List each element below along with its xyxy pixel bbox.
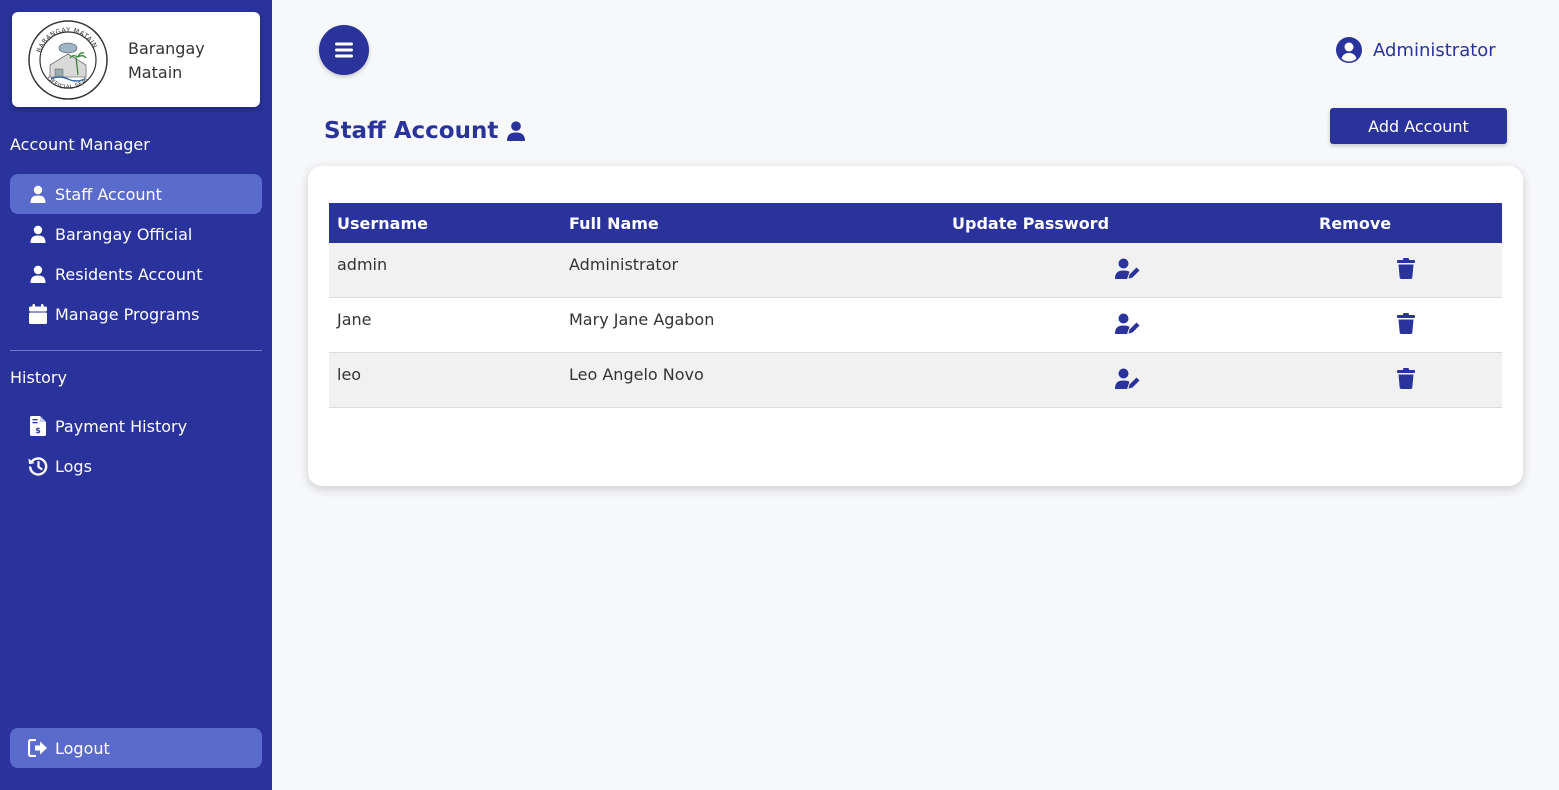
sidebar: BARANGAY MATAIN OFFICIAL SEAL Barangay M… — [0, 0, 272, 790]
brand-card: BARANGAY MATAIN OFFICIAL SEAL Barangay M… — [12, 12, 260, 107]
sidebar-item-label: Manage Programs — [55, 304, 200, 324]
sidebar-item-logs[interactable]: Logs — [10, 446, 262, 486]
user-icon — [28, 184, 48, 204]
calendar-icon — [28, 304, 48, 324]
user-icon — [28, 224, 48, 244]
cell-username: admin — [337, 255, 388, 274]
barangay-seal-logo: BARANGAY MATAIN OFFICIAL SEAL — [28, 20, 108, 100]
table-row: admin Administrator — [329, 243, 1502, 298]
user-circle-icon — [1336, 37, 1362, 63]
sidebar-item-payment-history[interactable]: $ Payment History — [10, 406, 262, 446]
column-header-update-password: Update Password — [952, 214, 1110, 233]
user-icon — [507, 121, 526, 141]
sidebar-item-label: Residents Account — [55, 264, 203, 284]
sidebar-item-staff-account[interactable]: Staff Account — [10, 174, 262, 214]
sidebar-item-label: Barangay Official — [55, 224, 193, 244]
hamburger-menu-button[interactable] — [319, 25, 369, 75]
page-title: Staff Account — [324, 118, 526, 144]
cell-username: leo — [337, 365, 362, 384]
logout-label: Logout — [55, 738, 110, 758]
sidebar-item-label: Logs — [55, 456, 92, 476]
update-password-icon[interactable] — [1115, 258, 1141, 280]
update-password-icon[interactable] — [1115, 368, 1141, 390]
brand-name-line2: Matain — [128, 63, 183, 82]
column-header-full-name: Full Name — [569, 214, 659, 233]
sidebar-divider — [10, 350, 262, 351]
column-header-remove: Remove — [1319, 214, 1392, 233]
logout-icon — [28, 738, 48, 758]
cell-full-name: Leo Angelo Novo — [569, 365, 704, 384]
brand-name: Barangay Matain — [128, 37, 248, 85]
section-title-history: History — [10, 368, 67, 387]
sidebar-item-label: Staff Account — [55, 184, 162, 204]
hamburger-icon — [335, 42, 353, 58]
table-header: Username Full Name Update Password Remov… — [329, 203, 1502, 243]
trash-icon[interactable] — [1397, 313, 1415, 334]
cell-username: Jane — [337, 310, 372, 329]
page-title-text: Staff Account — [324, 118, 499, 144]
logout-button[interactable]: Logout — [10, 728, 262, 768]
user-menu[interactable]: Administrator — [1336, 36, 1496, 64]
section-title-account-manager: Account Manager — [10, 135, 150, 154]
user-name: Administrator — [1373, 39, 1496, 61]
cell-full-name: Administrator — [569, 255, 679, 274]
sidebar-item-residents-account[interactable]: Residents Account — [10, 254, 262, 294]
column-header-username: Username — [337, 214, 428, 233]
add-account-button[interactable]: Add Account — [1330, 108, 1507, 144]
svg-text:$: $ — [35, 426, 41, 435]
user-icon — [28, 264, 48, 284]
update-password-icon[interactable] — [1115, 313, 1141, 335]
trash-icon[interactable] — [1397, 368, 1415, 389]
sidebar-item-label: Payment History — [55, 416, 188, 436]
table-row: leo Leo Angelo Novo — [329, 353, 1502, 408]
invoice-icon: $ — [28, 416, 48, 436]
sidebar-item-manage-programs[interactable]: Manage Programs — [10, 294, 262, 334]
staff-account-table: Username Full Name Update Password Remov… — [329, 203, 1502, 408]
brand-name-line1: Barangay — [128, 39, 205, 58]
sidebar-item-barangay-official[interactable]: Barangay Official — [10, 214, 262, 254]
table-row: Jane Mary Jane Agabon — [329, 298, 1502, 353]
staff-table-card: Username Full Name Update Password Remov… — [308, 166, 1523, 486]
cell-full-name: Mary Jane Agabon — [569, 310, 715, 329]
history-icon — [28, 456, 48, 476]
trash-icon[interactable] — [1397, 258, 1415, 279]
